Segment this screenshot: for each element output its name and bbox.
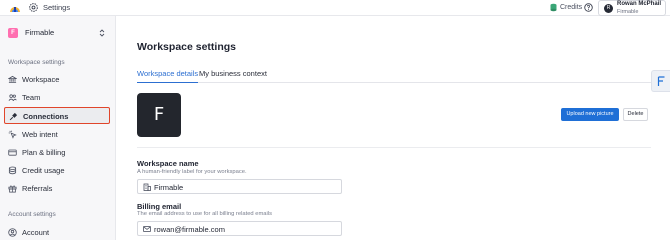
account-section-label: Account settings xyxy=(8,211,56,218)
app-logo-icon[interactable] xyxy=(9,2,21,14)
sidebar: F Firmable Workspace settings Workspace … xyxy=(0,16,116,240)
sidebar-item-team[interactable]: Team xyxy=(4,89,110,106)
coins-icon xyxy=(550,3,557,12)
sidebar-item-label: Workspace xyxy=(22,75,60,84)
gift-icon xyxy=(8,185,17,193)
billing-email-help: The email address to use for all billing… xyxy=(137,211,273,217)
gear-icon xyxy=(29,3,38,12)
account-menu-button[interactable]: R Rowan McPhail Firmable xyxy=(598,0,666,16)
credit-card-icon xyxy=(8,149,17,156)
upload-picture-button[interactable]: Upload new picture xyxy=(561,108,619,121)
widget-icon xyxy=(657,76,665,86)
help-icon[interactable] xyxy=(584,3,593,12)
billing-email-value: rowan@firmable.com xyxy=(154,225,225,234)
side-widget-tab[interactable] xyxy=(651,70,670,92)
sidebar-item-label: Account xyxy=(22,228,50,237)
cursor-click-icon xyxy=(8,130,17,139)
sidebar-item-credit-usage[interactable]: Credit usage xyxy=(4,162,110,179)
top-bar: Settings Credits R Rowan McPhail Firmabl… xyxy=(0,0,670,16)
building-icon xyxy=(143,183,151,191)
plug-icon xyxy=(9,112,18,121)
chevron-up-down-icon xyxy=(99,29,105,37)
avatar: R xyxy=(604,4,613,13)
sidebar-item-label: Connections xyxy=(23,112,69,121)
coins-icon xyxy=(8,166,17,175)
workspace-name-label: Workspace name xyxy=(137,159,199,168)
account-name: Rowan McPhail xyxy=(617,1,662,7)
team-icon xyxy=(8,94,17,101)
org-badge: F xyxy=(8,28,18,38)
sidebar-item-account[interactable]: Account xyxy=(4,224,110,240)
workspace-name-field[interactable]: Firmable xyxy=(137,179,342,194)
delete-picture-button[interactable]: Delete xyxy=(623,108,648,121)
credits-label: Credits xyxy=(560,4,583,11)
billing-email-label: Billing email xyxy=(137,202,182,211)
sidebar-item-referrals[interactable]: Referrals xyxy=(4,180,110,197)
tab-bar: Workspace details My business context xyxy=(137,66,651,83)
sidebar-item-web-intent[interactable]: Web intent xyxy=(4,126,110,143)
topbar-title: Settings xyxy=(43,3,71,12)
sidebar-item-label: Referrals xyxy=(22,184,53,193)
sidebar-item-label: Team xyxy=(22,93,41,102)
tab-my-business-context[interactable]: My business context xyxy=(199,69,267,83)
workspace-name-help: A human-friendly label for your workspac… xyxy=(137,169,247,175)
divider xyxy=(137,147,651,148)
sidebar-item-connections[interactable]: Connections xyxy=(4,107,110,124)
sidebar-item-label: Credit usage xyxy=(22,166,65,175)
workspace-name-value: Firmable xyxy=(154,183,184,192)
page-title: Workspace settings xyxy=(137,41,237,53)
org-switcher[interactable]: F Firmable xyxy=(7,26,107,40)
sidebar-item-workspace[interactable]: Workspace xyxy=(4,71,110,88)
workspace-picture: F xyxy=(137,93,181,137)
sidebar-item-label: Plan & billing xyxy=(22,148,66,157)
bank-icon xyxy=(8,75,17,84)
sidebar-item-label: Web intent xyxy=(22,130,58,139)
org-name: Firmable xyxy=(25,28,55,37)
credits-button[interactable]: Credits xyxy=(550,3,582,12)
mail-icon xyxy=(143,226,151,232)
account-org: Firmable xyxy=(617,9,639,15)
sidebar-item-plan-billing[interactable]: Plan & billing xyxy=(4,144,110,161)
user-circle-icon xyxy=(8,228,17,237)
workspace-section-label: Workspace settings xyxy=(8,59,65,66)
billing-email-field[interactable]: rowan@firmable.com xyxy=(137,221,342,236)
main-content: Workspace settings Workspace details My … xyxy=(116,16,651,240)
tab-workspace-details[interactable]: Workspace details xyxy=(137,69,199,83)
